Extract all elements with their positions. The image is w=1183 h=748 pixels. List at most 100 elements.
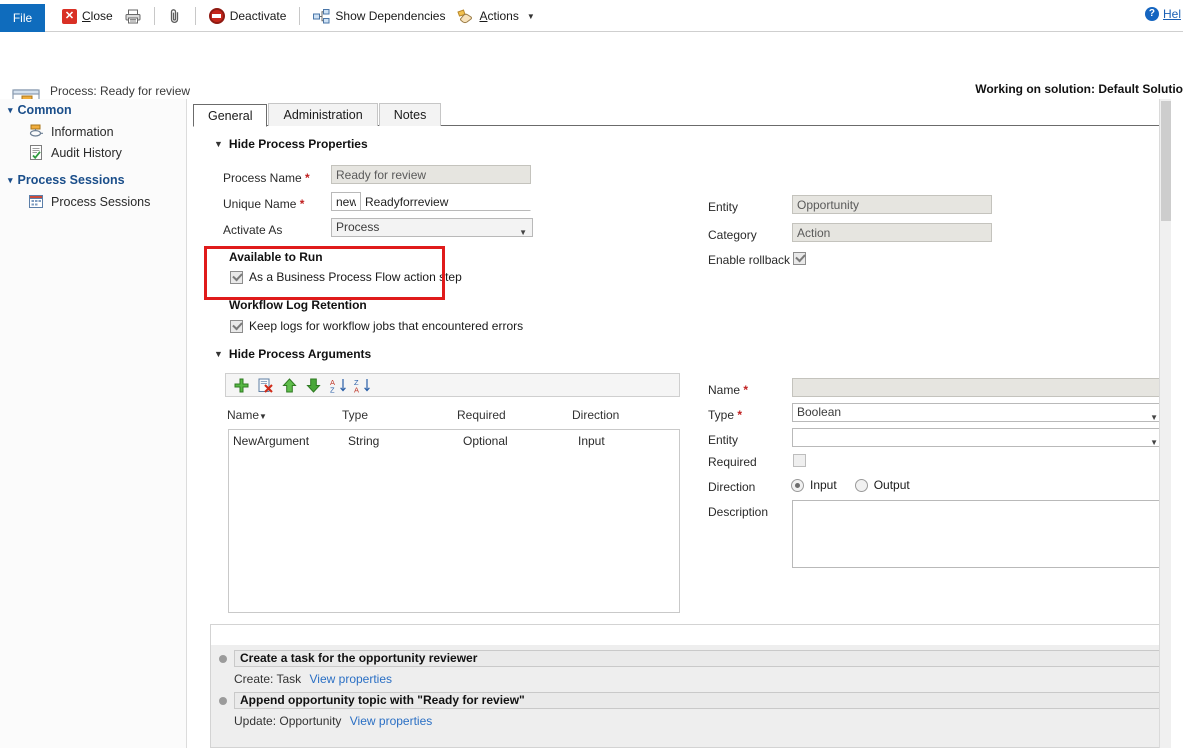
print-button[interactable] (119, 3, 147, 29)
sidebar-item-information[interactable]: Information (0, 121, 186, 142)
column-header-name[interactable]: Name▼ (227, 408, 342, 422)
tab-bar: General Administration Notes (193, 103, 1159, 126)
close-button-label: Close (82, 9, 113, 23)
argument-type-label: Type * (708, 408, 742, 422)
arguments-column-headers: Name▼ Type Required Direction (227, 408, 682, 422)
main-content: General Administration Notes ▼ Hide Proc… (190, 99, 1171, 748)
help-label: Hel (1163, 7, 1181, 21)
required-asterisk-unique-name: * (296, 197, 304, 211)
close-button[interactable]: ✕ Close (56, 3, 119, 29)
sort-az-icon[interactable]: A Z (330, 378, 345, 393)
view-properties-link-2[interactable]: View properties (350, 714, 433, 728)
entity-label: Entity (708, 200, 738, 214)
ribbon-separator-3 (299, 7, 300, 25)
arrow-down-icon[interactable] (306, 378, 321, 393)
collapse-triangle-icon-2: ▾ (8, 175, 13, 186)
sort-za-icon[interactable]: Z A (354, 378, 369, 393)
argument-required-label: Required (708, 455, 757, 469)
argument-direction-label: Direction (708, 480, 755, 494)
unique-name-input[interactable] (361, 192, 531, 211)
direction-input-label: Input (810, 478, 837, 492)
cell-required: Optional (463, 434, 578, 448)
steps-list: Create a task for the opportunity review… (211, 645, 1167, 747)
available-to-run-heading: Available to Run (229, 250, 323, 264)
sidebar-group-process-sessions[interactable]: ▾ Process Sessions (0, 169, 186, 191)
view-properties-link-1[interactable]: View properties (310, 672, 393, 686)
activate-as-value: Process (336, 220, 379, 234)
process-name-label-text: Process Name (223, 171, 302, 185)
process-name-input[interactable] (331, 165, 531, 184)
column-header-required[interactable]: Required (457, 408, 572, 422)
actions-button[interactable]: Actions ▼ (451, 3, 540, 29)
argument-required-checkbox[interactable] (793, 454, 806, 467)
hide-process-properties-label: Hide Process Properties (229, 137, 368, 151)
entity-input[interactable] (792, 195, 992, 214)
cell-direction: Input (578, 434, 678, 448)
plus-icon[interactable] (234, 378, 249, 393)
close-x-icon: ✕ (62, 9, 77, 24)
arrow-up-icon[interactable] (282, 378, 297, 393)
deactivate-button[interactable]: Deactivate (203, 3, 293, 29)
audit-icon (28, 145, 44, 160)
keep-logs-row: Keep logs for workflow jobs that encount… (230, 319, 523, 333)
help-icon: ? (1145, 7, 1159, 21)
column-header-direction[interactable]: Direction (572, 408, 682, 422)
file-tab[interactable]: File (0, 4, 45, 32)
sidebar-group-common[interactable]: ▾ Common (0, 99, 186, 121)
bpf-action-step-row: As a Business Process Flow action step (230, 270, 462, 284)
direction-output-radio[interactable] (855, 479, 868, 492)
unique-name-prefix-input[interactable] (331, 192, 361, 211)
column-header-type[interactable]: Type (342, 408, 457, 422)
keep-logs-checkbox[interactable] (230, 320, 243, 333)
hide-process-arguments-toggle[interactable]: ▼ Hide Process Arguments (214, 347, 371, 361)
bpf-action-step-checkbox[interactable] (230, 271, 243, 284)
delete-doc-icon[interactable] (258, 378, 273, 393)
sidebar-item-information-label: Information (51, 125, 114, 139)
argument-entity-select[interactable]: ▼ (792, 428, 1164, 447)
tab-administration[interactable]: Administration (268, 103, 377, 126)
required-asterisk-argument-type: * (734, 408, 742, 422)
enable-rollback-checkbox[interactable] (793, 252, 806, 265)
step-title-2[interactable]: Append opportunity topic with "Ready for… (234, 692, 1167, 709)
hide-process-arguments-label: Hide Process Arguments (229, 347, 371, 361)
argument-name-label: Name * (708, 383, 748, 397)
argument-description-textarea[interactable] (792, 500, 1164, 568)
svg-text:Z: Z (330, 385, 335, 393)
step-title-1[interactable]: Create a task for the opportunity review… (234, 650, 1167, 667)
cell-type: String (348, 434, 463, 448)
arguments-grid: NewArgument String Optional Input (228, 429, 680, 613)
chevron-down-icon-properties: ▼ (214, 139, 223, 149)
ribbon-toolbar: File ✕ Close (0, 0, 1183, 32)
argument-type-select[interactable]: Boolean ▼ (792, 403, 1164, 422)
activate-as-select[interactable]: Process ▼ (331, 218, 533, 237)
table-row[interactable]: NewArgument String Optional Input (229, 430, 679, 448)
argument-name-label-text: Name (708, 383, 740, 397)
argument-name-input[interactable] (792, 378, 1164, 397)
required-asterisk-process-name: * (302, 171, 310, 185)
help-link[interactable]: ? Hel (1145, 7, 1181, 21)
workflow-steps-panel: Create a task for the opportunity review… (210, 624, 1168, 748)
step-meta-2: Update: Opportunity View properties (211, 711, 1167, 732)
deactivate-icon (209, 8, 225, 24)
direction-output-label: Output (874, 478, 910, 492)
hide-process-properties-toggle[interactable]: ▼ Hide Process Properties (214, 137, 368, 151)
step-target-2: Opportunity (279, 714, 341, 728)
arguments-toolbar: A Z Z A (225, 373, 680, 397)
show-dependencies-button[interactable]: Show Dependencies (307, 3, 451, 29)
collapse-triangle-icon: ▾ (8, 105, 13, 116)
sidebar-item-audit-history[interactable]: Audit History (0, 142, 186, 163)
workflow-log-retention-heading: Workflow Log Retention (229, 298, 367, 312)
direction-input-radio[interactable] (791, 479, 804, 492)
tab-general[interactable]: General (193, 104, 267, 127)
tab-notes[interactable]: Notes (379, 103, 442, 126)
ribbon-separator-1 (154, 7, 155, 25)
content-scrollbar[interactable] (1159, 99, 1171, 748)
paperclip-icon (168, 8, 182, 24)
sidebar-item-process-sessions[interactable]: Process Sessions (0, 191, 186, 212)
column-header-name-label: Name (227, 408, 259, 422)
scrollbar-thumb[interactable] (1161, 101, 1171, 221)
argument-entity-label: Entity (708, 433, 738, 447)
process-icon (28, 124, 44, 139)
category-input[interactable] (792, 223, 992, 242)
attach-button[interactable] (162, 3, 188, 29)
